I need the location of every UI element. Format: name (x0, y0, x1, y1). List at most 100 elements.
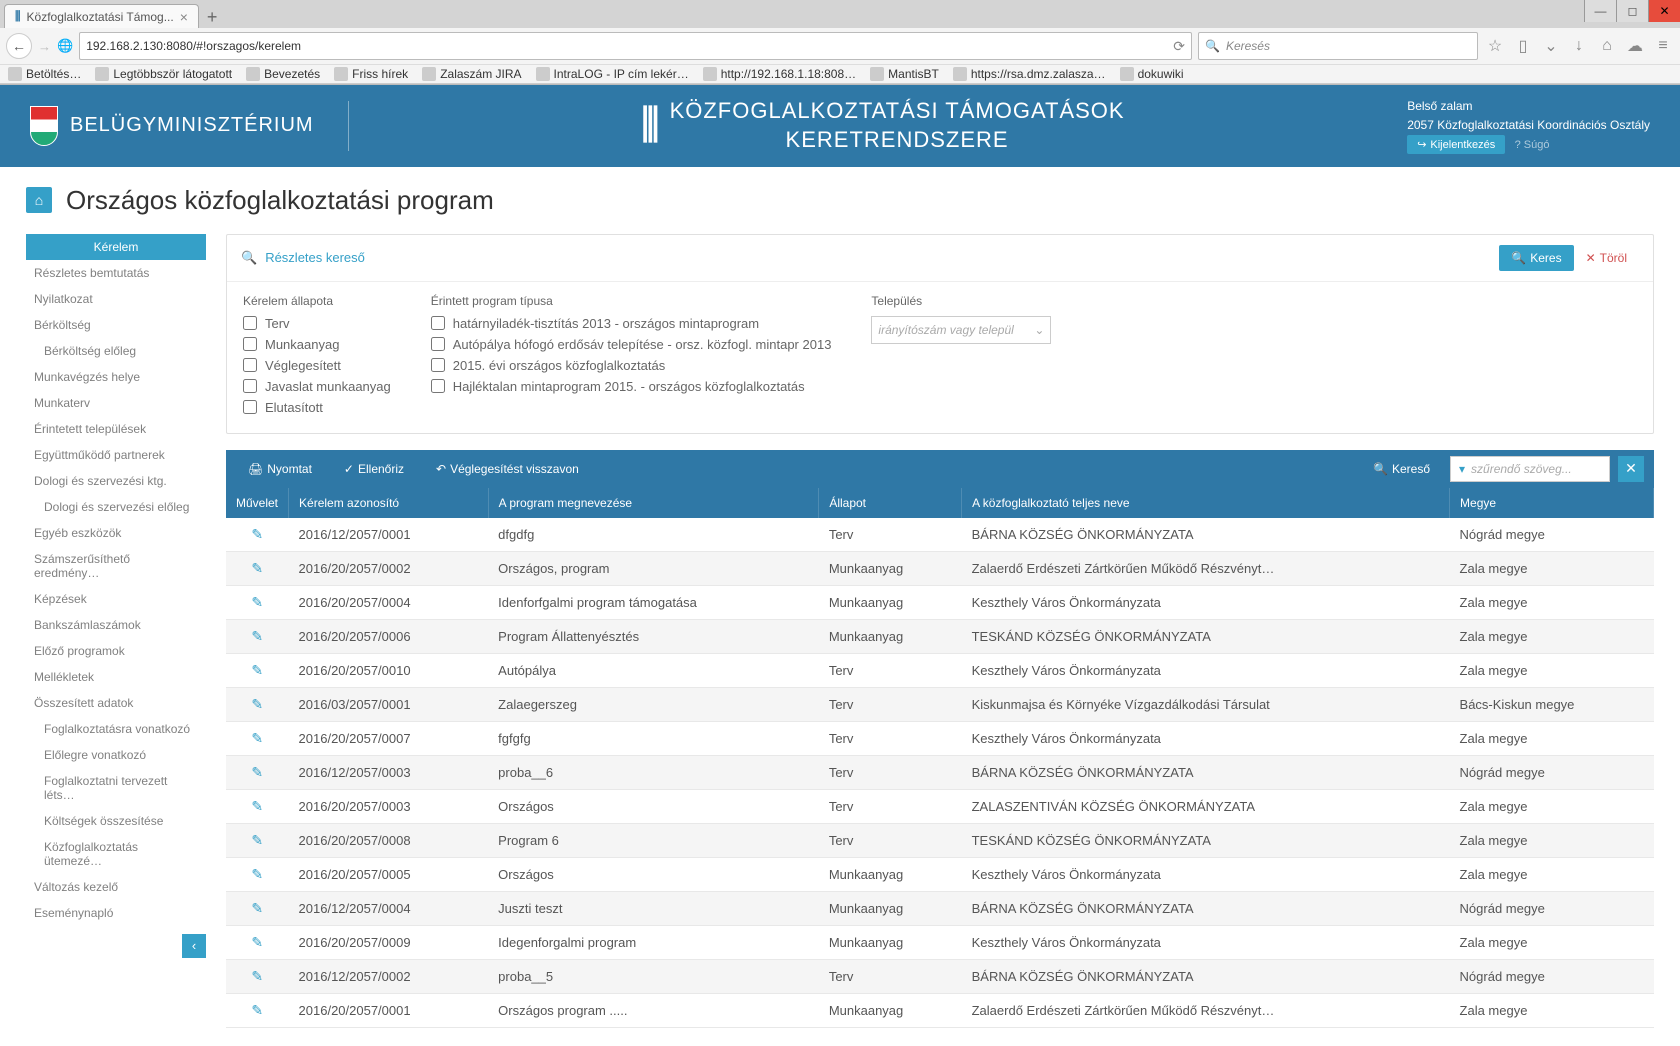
filter-clear-button[interactable]: ✕ (1618, 456, 1644, 482)
sidebar-item[interactable]: Eseménynapló (26, 900, 206, 926)
checkbox-input[interactable] (243, 400, 257, 414)
window-close-button[interactable]: ✕ (1648, 0, 1680, 22)
sidebar-item[interactable]: Mellékletek (26, 664, 206, 690)
edit-icon[interactable]: ✎ (251, 662, 263, 678)
edit-icon[interactable]: ✎ (251, 866, 263, 882)
sidebar-item[interactable]: Dologi és szervezési előleg (26, 494, 206, 520)
sidebar-item[interactable]: Foglalkoztatásra vonatkozó (26, 716, 206, 742)
edit-icon[interactable]: ✎ (251, 730, 263, 746)
table-header[interactable]: Állapot (819, 488, 962, 518)
table-header[interactable]: A közfoglalkoztató teljes neve (962, 488, 1450, 518)
refresh-icon[interactable]: ⟳ (1167, 38, 1185, 55)
sidebar-collapse-button[interactable]: ‹ (182, 934, 206, 958)
new-tab-button[interactable]: + (199, 7, 226, 28)
sidebar-item[interactable]: Részletes bemtutatás (26, 260, 206, 286)
bookmark-item[interactable]: https://rsa.dmz.zalasza… (953, 67, 1106, 81)
status-checkbox[interactable]: Munkaanyag (243, 337, 391, 352)
program-checkbox[interactable]: Autópálya hófogó erdősáv telepítése - or… (431, 337, 832, 352)
sidebar-item[interactable]: Érintetett települések (26, 416, 206, 442)
bookmark-item[interactable]: IntraLOG - IP cím lekér… (536, 67, 689, 81)
edit-icon[interactable]: ✎ (251, 900, 263, 916)
back-button[interactable]: ← (6, 33, 32, 59)
status-checkbox[interactable]: Terv (243, 316, 391, 331)
home-icon[interactable]: ⌂ (1596, 35, 1618, 57)
star-icon[interactable]: ☆ (1484, 35, 1506, 57)
window-minimize-button[interactable]: — (1584, 0, 1616, 22)
pocket-icon[interactable]: ⌄ (1540, 35, 1562, 57)
menu-icon[interactable]: ≡ (1652, 35, 1674, 57)
checkbox-input[interactable] (243, 379, 257, 393)
table-header[interactable]: Megye (1450, 488, 1654, 518)
check-button[interactable]: ✓ Ellenőriz (332, 456, 416, 482)
sidebar-item[interactable]: Számszerűsíthető eredmény… (26, 546, 206, 586)
edit-icon[interactable]: ✎ (251, 934, 263, 950)
sidebar-item[interactable]: Összesített adatok (26, 690, 206, 716)
sidebar-item[interactable]: Képzések (26, 586, 206, 612)
table-header[interactable]: Művelet (226, 488, 289, 518)
help-link[interactable]: ? Súgó (1515, 139, 1550, 151)
status-checkbox[interactable]: Elutasított (243, 400, 391, 415)
search-button[interactable]: 🔍 Keres (1499, 245, 1573, 271)
sidebar-item[interactable]: Együttműködő partnerek (26, 442, 206, 468)
sidebar-item[interactable]: Foglalkoztatni tervezett léts… (26, 768, 206, 808)
window-maximize-button[interactable]: ◻ (1616, 0, 1648, 22)
checkbox-input[interactable] (243, 337, 257, 351)
checkbox-input[interactable] (431, 379, 445, 393)
table-header[interactable]: A program megnevezése (488, 488, 819, 518)
browser-search[interactable]: 🔍 Keresés (1198, 32, 1478, 60)
revoke-button[interactable]: ↶ Véglegesítést visszavon (424, 456, 591, 482)
home-button[interactable]: ⌂ (26, 187, 52, 213)
edit-icon[interactable]: ✎ (251, 696, 263, 712)
sidebar-item[interactable]: Előző programok (26, 638, 206, 664)
browser-tab[interactable]: ⫼ Közfoglalkoztatási Támog... × (4, 4, 199, 28)
sidebar-item[interactable]: Költségek összesítése (26, 808, 206, 834)
bookmark-item[interactable]: dokuwiki (1120, 67, 1184, 81)
clear-button[interactable]: ✕ Töröl (1574, 245, 1639, 271)
settlement-dropdown[interactable]: irányítószám vagy települ ⌄ (871, 316, 1051, 344)
print-button[interactable]: 🖨 Nyomtat (236, 456, 324, 482)
sidebar-item[interactable]: Egyéb eszközök (26, 520, 206, 546)
edit-icon[interactable]: ✎ (251, 764, 263, 780)
edit-icon[interactable]: ✎ (251, 832, 263, 848)
sidebar-item[interactable]: Kérelem (26, 234, 206, 260)
checkbox-input[interactable] (243, 358, 257, 372)
url-bar[interactable]: 192.168.2.130:8080/#!orszagos/kerelem ⟳ (79, 32, 1192, 60)
sidebar-item[interactable]: Bankszámlaszámok (26, 612, 206, 638)
sidebar-item[interactable]: Közfoglalkoztatás ütemezé… (26, 834, 206, 874)
edit-icon[interactable]: ✎ (251, 560, 263, 576)
bookmark-item[interactable]: Legtöbbször látogatott (95, 67, 232, 81)
sidebar-item[interactable]: Bérköltség előleg (26, 338, 206, 364)
status-checkbox[interactable]: Véglegesített (243, 358, 391, 373)
program-checkbox[interactable]: határnyiladék-tisztítás 2013 - országos … (431, 316, 832, 331)
sidebar-item[interactable]: Változás kezelő (26, 874, 206, 900)
program-checkbox[interactable]: Hajléktalan mintaprogram 2015. - országo… (431, 379, 832, 394)
edit-icon[interactable]: ✎ (251, 798, 263, 814)
sidebar-item[interactable]: Munkaterv (26, 390, 206, 416)
edit-icon[interactable]: ✎ (251, 594, 263, 610)
download-icon[interactable]: ↓ (1568, 35, 1590, 57)
table-filter-input[interactable]: ▾ szűrendő szöveg... (1450, 456, 1610, 482)
bookmark-item[interactable]: Bevezetés (246, 67, 320, 81)
bookmark-item[interactable]: Friss hírek (334, 67, 408, 81)
edit-icon[interactable]: ✎ (251, 526, 263, 542)
forward-button[interactable]: → (38, 39, 51, 54)
table-header[interactable]: Kérelem azonosító (289, 488, 489, 518)
checkbox-input[interactable] (431, 358, 445, 372)
sidebar-item[interactable]: Dologi és szervezési ktg. (26, 468, 206, 494)
sidebar-item[interactable]: Nyilatkozat (26, 286, 206, 312)
bookmark-item[interactable]: Betöltés… (8, 67, 81, 81)
table-search-button[interactable]: 🔍 Kereső (1361, 456, 1442, 482)
bookmark-item[interactable]: http://192.168.1.18:808… (703, 67, 856, 81)
edit-icon[interactable]: ✎ (251, 968, 263, 984)
search-expand-toggle[interactable]: 🔍 Részletes kereső (241, 250, 1499, 266)
sidebar-item[interactable]: Bérköltség (26, 312, 206, 338)
program-checkbox[interactable]: 2015. évi országos közfoglalkoztatás (431, 358, 832, 373)
chat-icon[interactable]: ☁ (1624, 35, 1646, 57)
bookmarks-icon[interactable]: ▯ (1512, 35, 1534, 57)
close-icon[interactable]: × (180, 10, 188, 24)
checkbox-input[interactable] (431, 337, 445, 351)
checkbox-input[interactable] (243, 316, 257, 330)
bookmark-item[interactable]: MantisBT (870, 67, 939, 81)
bookmark-item[interactable]: Zalaszám JIRA (422, 67, 521, 81)
status-checkbox[interactable]: Javaslat munkaanyag (243, 379, 391, 394)
